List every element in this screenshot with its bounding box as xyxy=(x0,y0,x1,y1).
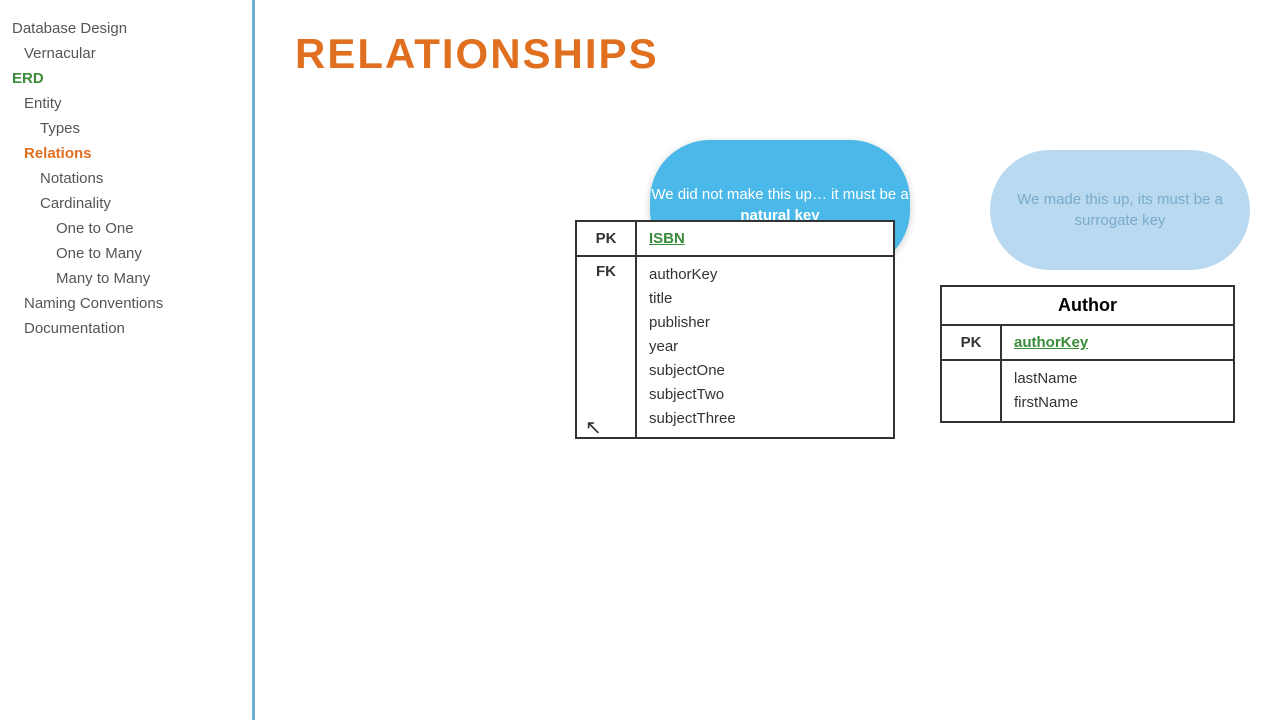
sidebar-item-database-design[interactable]: Database Design xyxy=(0,16,252,41)
sidebar-item-erd[interactable]: ERD xyxy=(0,66,252,91)
field-title: title xyxy=(649,287,881,311)
field-firstname: firstName xyxy=(1014,391,1221,415)
table-left-pk-row: PK ISBN xyxy=(577,222,893,257)
table-right-pk-value: authorKey xyxy=(1002,326,1233,359)
cloud-right-bubble: We made this up, its must be a surrogate… xyxy=(990,150,1250,270)
sidebar-item-notations[interactable]: Notations xyxy=(0,166,252,191)
field-subjectone: subjectOne xyxy=(649,359,881,383)
sidebar-item-naming-conventions[interactable]: Naming Conventions xyxy=(0,291,252,316)
table-right-fields: lastNamefirstName xyxy=(1002,361,1233,421)
sidebar-item-cardinality[interactable]: Cardinality xyxy=(0,191,252,216)
sidebar-item-many-to-many[interactable]: Many to Many xyxy=(0,266,252,291)
mouse-cursor: ↖ xyxy=(585,415,602,440)
field-lastname: lastName xyxy=(1014,367,1221,391)
table-left: PK ISBN FK authorKeytitlepublisheryearsu… xyxy=(575,220,895,439)
table-right-header: Author xyxy=(942,287,1233,326)
table-right-pk-label: PK xyxy=(942,326,1002,359)
sidebar-item-vernacular[interactable]: Vernacular xyxy=(0,41,252,66)
sidebar-item-relations[interactable]: Relations xyxy=(0,141,252,166)
sidebar-item-types[interactable]: Types xyxy=(0,116,252,141)
main-content: RELATIONSHIPS We did not make this up… i… xyxy=(255,0,1280,720)
table-right: Author PK authorKey lastNamefirstName xyxy=(940,285,1235,423)
field-authorkey: authorKey xyxy=(649,263,881,287)
table-left-pk-value: ISBN xyxy=(637,222,893,255)
field-year: year xyxy=(649,335,881,359)
sidebar-item-documentation[interactable]: Documentation xyxy=(0,316,252,341)
table-right-body: lastNamefirstName xyxy=(942,361,1233,421)
sidebar-item-one-to-many[interactable]: One to Many xyxy=(0,241,252,266)
sidebar: Database DesignVernacularERDEntityTypesR… xyxy=(0,0,255,720)
field-subjecttwo: subjectTwo xyxy=(649,383,881,407)
table-right-pk-row: PK authorKey xyxy=(942,326,1233,361)
table-left-fk-label: FK xyxy=(577,257,637,437)
sidebar-item-entity[interactable]: Entity xyxy=(0,91,252,116)
table-left-fields: authorKeytitlepublisheryearsubjectOnesub… xyxy=(637,257,893,437)
table-left-pk-label: PK xyxy=(577,222,637,255)
field-subjectthree: subjectThree xyxy=(649,407,881,431)
sidebar-item-one-to-one[interactable]: One to One xyxy=(0,216,252,241)
page-title: RELATIONSHIPS xyxy=(295,30,1240,78)
table-left-body: FK authorKeytitlepublisheryearsubjectOne… xyxy=(577,257,893,437)
field-publisher: publisher xyxy=(649,311,881,335)
cloud-right-text: We made this up, its must be a surrogate… xyxy=(990,189,1250,231)
table-right-empty-key xyxy=(942,361,1002,421)
